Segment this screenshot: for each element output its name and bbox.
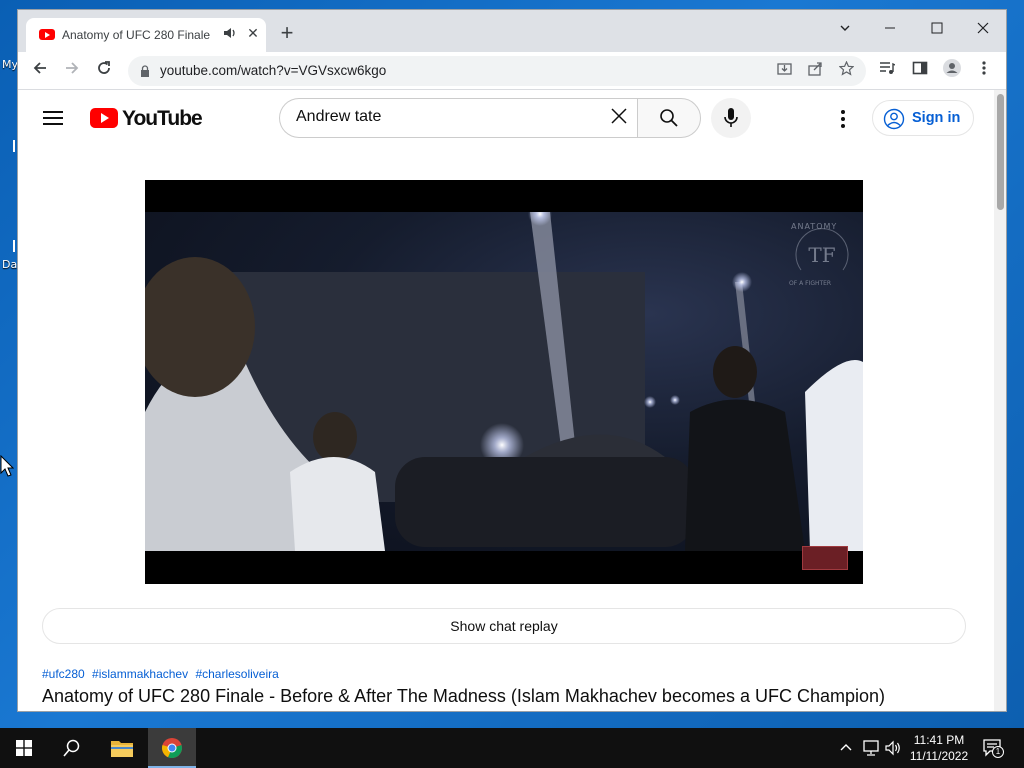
svg-text:TF: TF: [808, 243, 835, 267]
share-icon[interactable]: [805, 61, 825, 81]
clock[interactable]: 11:41 PM 11/11/2022: [908, 732, 970, 764]
tab-title: Anatomy of UFC 280 Finale -: [62, 28, 212, 42]
search-box[interactable]: [279, 98, 637, 138]
mouse-cursor-icon: [0, 455, 14, 477]
install-app-icon[interactable]: [774, 61, 794, 81]
close-window-icon[interactable]: [966, 15, 1000, 43]
url-text[interactable]: youtube.com/watch?v=VGVsxcw6kgo: [160, 63, 386, 78]
watermark-text-top: ANATOMY: [791, 222, 838, 231]
chrome-taskbar-button[interactable]: [148, 728, 196, 768]
video-player[interactable]: TF ANATOMY OF A FIGHTER: [145, 180, 863, 584]
chrome-icon: [162, 738, 182, 759]
windows-logo-icon: [16, 740, 32, 756]
hashtag-link[interactable]: #islammakhachev: [92, 667, 188, 681]
network-icon[interactable]: [862, 739, 880, 757]
reload-icon[interactable]: [91, 58, 117, 84]
clock-time: 11:41 PM: [913, 733, 965, 747]
voice-search-button[interactable]: [711, 98, 751, 138]
youtube-favicon-icon: [39, 29, 55, 40]
sign-in-button[interactable]: Sign in: [872, 100, 974, 136]
media-controls-icon[interactable]: [874, 58, 900, 84]
notification-count-badge: 1: [992, 746, 1004, 758]
video-frame[interactable]: [145, 202, 863, 551]
search-button[interactable]: [637, 98, 701, 138]
taskbar-search-button[interactable]: [48, 728, 96, 768]
new-tab-icon[interactable]: +: [276, 22, 298, 45]
profile-avatar-icon[interactable]: [939, 58, 965, 84]
volume-icon[interactable]: [884, 739, 902, 757]
tab-strip: Anatomy of UFC 280 Finale - ✕ +: [18, 10, 1006, 52]
tray-overflow-icon[interactable]: [838, 740, 854, 756]
youtube-play-icon: [90, 108, 118, 128]
bookmark-star-icon[interactable]: [836, 60, 856, 81]
clock-date: 11/11/2022: [909, 749, 969, 763]
search-input[interactable]: [296, 108, 596, 126]
watermark-text-bottom: OF A FIGHTER: [789, 280, 832, 287]
anatomy-watermark-logo: TF ANATOMY OF A FIGHTER: [787, 220, 857, 290]
youtube-logo-text: YouTube: [122, 107, 203, 130]
show-chat-replay-button[interactable]: Show chat replay: [42, 608, 966, 644]
browser-tab[interactable]: Anatomy of UFC 280 Finale - ✕: [26, 18, 266, 52]
taskbar: 11:41 PM 11/11/2022 1: [0, 728, 1024, 768]
more-options-icon[interactable]: [832, 107, 854, 129]
forward-arrow-icon[interactable]: [59, 58, 85, 84]
search-icon: [660, 109, 678, 127]
video-scene-image: [145, 202, 863, 551]
hamburger-menu-icon[interactable]: [42, 107, 64, 129]
scrollbar-thumb[interactable]: [997, 94, 1004, 210]
tab-close-icon[interactable]: ✕: [244, 24, 262, 42]
chrome-menu-icon[interactable]: [971, 58, 997, 84]
channel-badge-image: [802, 546, 848, 570]
desktop-icon-label[interactable]: Da: [2, 258, 17, 271]
side-panel-icon[interactable]: [907, 58, 933, 84]
desktop-icon[interactable]: [13, 240, 15, 252]
account-icon: [883, 108, 905, 130]
notification-center-icon[interactable]: 1: [982, 738, 1004, 758]
browser-window: Anatomy of UFC 280 Finale - ✕ + youtube.…: [18, 10, 1006, 711]
start-button[interactable]: [0, 728, 48, 768]
browser-toolbar: youtube.com/watch?v=VGVsxcw6kgo: [18, 52, 1006, 90]
youtube-page: YouTube Sign in: [18, 90, 1006, 711]
page-scrollbar[interactable]: [994, 90, 1006, 711]
show-chat-replay-label: Show chat replay: [450, 618, 558, 634]
address-bar[interactable]: youtube.com/watch?v=VGVsxcw6kgo: [128, 56, 866, 86]
hashtag-link[interactable]: #charlesoliveira: [195, 667, 278, 681]
folder-icon: [111, 741, 133, 757]
minimize-icon[interactable]: [873, 15, 907, 43]
hashtag-list: #ufc280 #islammakhachev #charlesoliveira: [42, 667, 283, 681]
speaker-icon[interactable]: [223, 26, 237, 43]
desktop-icon-label[interactable]: My: [2, 58, 18, 71]
search-icon: [63, 739, 80, 757]
video-title: Anatomy of UFC 280 Finale - Before & Aft…: [42, 686, 886, 706]
maximize-icon[interactable]: [920, 15, 954, 43]
microphone-icon: [724, 108, 738, 127]
tab-search-chevron-icon[interactable]: [828, 15, 862, 43]
lock-icon[interactable]: [140, 65, 150, 77]
file-explorer-button[interactable]: [98, 728, 146, 768]
desktop-icon[interactable]: [13, 140, 15, 152]
hashtag-link[interactable]: #ufc280: [42, 667, 85, 681]
back-arrow-icon[interactable]: [27, 58, 53, 84]
clear-search-icon[interactable]: [606, 105, 632, 131]
sign-in-label: Sign in: [912, 110, 961, 126]
